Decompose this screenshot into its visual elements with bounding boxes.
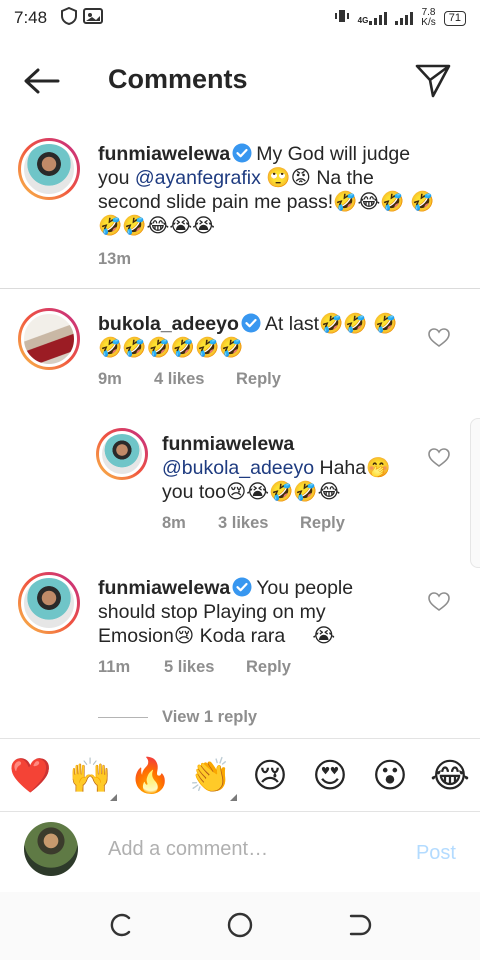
comment-text: funmiawelewa You people should stop Playi… <box>98 576 398 648</box>
share-button[interactable] <box>414 62 452 100</box>
likes-count[interactable]: 5 likes <box>164 658 246 677</box>
battery-level: 71 <box>448 11 461 24</box>
clapping-emoji-icon: 👏 <box>189 757 232 795</box>
status-bar: 7:48 4G 7.8 K/s 71 <box>0 0 480 36</box>
emoji-fire-button[interactable]: 🔥 <box>129 755 171 797</box>
back-nav-icon <box>349 914 372 936</box>
reply-button[interactable]: Reply <box>300 514 345 533</box>
signal-icon <box>395 11 414 25</box>
comment-username[interactable]: funmiawelewa <box>98 143 230 165</box>
laughing-emoji-icon: 😂 <box>430 757 470 795</box>
home-circle-icon <box>227 912 253 938</box>
comment-username[interactable]: funmiawelewa <box>98 577 230 599</box>
avatar[interactable] <box>18 138 80 200</box>
vibrate-icon <box>334 8 350 29</box>
comment-item: bukola_adeeyo At last🤣🤣 🤣🤣🤣🤣🤣🤣🤣 9m 4 like… <box>0 308 480 398</box>
emoji-heart-eyes-button[interactable]: 😍 <box>309 755 351 797</box>
battery-icon: 71 <box>443 10 466 26</box>
emoji-surprised-button[interactable]: 😮 <box>369 755 411 797</box>
avatar[interactable] <box>18 308 80 370</box>
comment-meta: 11m 5 likes Reply <box>98 658 291 677</box>
reply-button[interactable]: Reply <box>246 658 291 677</box>
quick-emoji-bar: ❤️ 🙌 🔥 👏 😢 😍 😮 😂 <box>0 738 480 812</box>
net-speed-unit: K/s <box>421 17 436 28</box>
header: Comments <box>0 50 480 110</box>
net-speed: 7.8 K/s <box>421 8 435 28</box>
mention-link[interactable]: @ayanfegrafix <box>135 167 261 189</box>
post-button[interactable]: Post <box>416 842 456 865</box>
comment-username[interactable]: bukola_adeeyo <box>98 313 239 335</box>
surprised-emoji-icon: 😮 <box>372 757 408 795</box>
likes-count[interactable]: 3 likes <box>218 514 300 533</box>
arrow-left-icon <box>24 68 60 94</box>
skin-tone-indicator <box>110 794 117 801</box>
emoji-laughing-button[interactable]: 😂 <box>429 755 471 797</box>
photo-icon <box>83 7 104 29</box>
current-user-avatar <box>24 822 78 876</box>
comment-meta: 8m 3 likes Reply <box>162 514 345 533</box>
fire-emoji-icon: 🔥 <box>129 757 172 795</box>
like-heart-icon[interactable] <box>428 328 450 348</box>
recent-apps-button[interactable] <box>105 910 135 940</box>
emoji-raising-hands-button[interactable]: 🙌 <box>69 755 117 801</box>
comment-input[interactable] <box>108 838 388 861</box>
comment-time: 9m <box>98 370 122 388</box>
comment-item: funmiawelewa My God will judge you @ayanf… <box>0 138 480 278</box>
like-heart-icon[interactable] <box>428 448 450 468</box>
status-time: 7:48 <box>14 8 48 27</box>
page-title: Comments <box>108 64 248 94</box>
network-type-label: 4G <box>357 16 369 25</box>
comment-time: 11m <box>98 658 131 676</box>
comment-time: 8m <box>162 514 186 532</box>
comment-meta: 9m 4 likes Reply <box>98 370 281 389</box>
emoji-clapping-button[interactable]: 👏 <box>189 755 237 801</box>
emoji-crying-button[interactable]: 😢 <box>249 755 291 797</box>
comment-username[interactable]: funmiawelewa <box>162 433 294 455</box>
likes-count[interactable]: 4 likes <box>154 370 236 389</box>
emoji-heart-button[interactable]: ❤️ <box>9 755 51 797</box>
comment-text: bukola_adeeyo At last🤣🤣 🤣🤣🤣🤣🤣🤣🤣 <box>98 312 398 360</box>
paper-plane-icon <box>415 64 451 98</box>
verified-badge-icon <box>232 577 252 597</box>
divider <box>0 288 480 289</box>
like-heart-icon[interactable] <box>428 592 450 612</box>
comment-text: funmiawelewa @bukola_adeeyo Haha🤭 you too… <box>162 432 412 504</box>
reply-button[interactable]: Reply <box>236 370 281 389</box>
signal-4g-icon: 4G <box>358 11 388 25</box>
view-replies-label: View 1 reply <box>162 708 258 726</box>
verified-badge-icon <box>232 143 252 163</box>
view-replies-button[interactable]: View 1 reply <box>98 708 257 727</box>
system-nav-bar <box>0 892 480 960</box>
avatar[interactable] <box>96 428 148 480</box>
heart-eyes-emoji-icon: 😍 <box>312 757 348 795</box>
shield-icon <box>61 6 78 30</box>
raising-hands-emoji-icon: 🙌 <box>69 757 112 795</box>
heart-emoji-icon: ❤️ <box>9 757 52 795</box>
comment-time: 13m <box>98 250 132 268</box>
comment-text: funmiawelewa My God will judge you @ayanf… <box>98 142 438 238</box>
add-comment-bar: Post <box>0 812 480 892</box>
comment-item: funmiawelewa You people should stop Playi… <box>0 572 480 702</box>
scroll-indicator[interactable] <box>470 418 480 568</box>
crying-emoji-icon: 😢 <box>252 757 288 795</box>
view-replies-line <box>98 717 148 718</box>
back-nav-button[interactable] <box>345 910 375 940</box>
verified-badge-icon <box>241 313 261 333</box>
reply-item: funmiawelewa @bukola_adeeyo Haha🤭 you too… <box>0 428 480 538</box>
comment-meta: 13m <box>98 250 131 269</box>
home-button[interactable] <box>225 910 255 940</box>
recent-apps-icon <box>110 913 131 937</box>
mention-link[interactable]: @bukola_adeeyo <box>162 457 314 479</box>
back-button[interactable] <box>22 64 62 98</box>
avatar[interactable] <box>18 572 80 634</box>
skin-tone-indicator <box>230 794 237 801</box>
